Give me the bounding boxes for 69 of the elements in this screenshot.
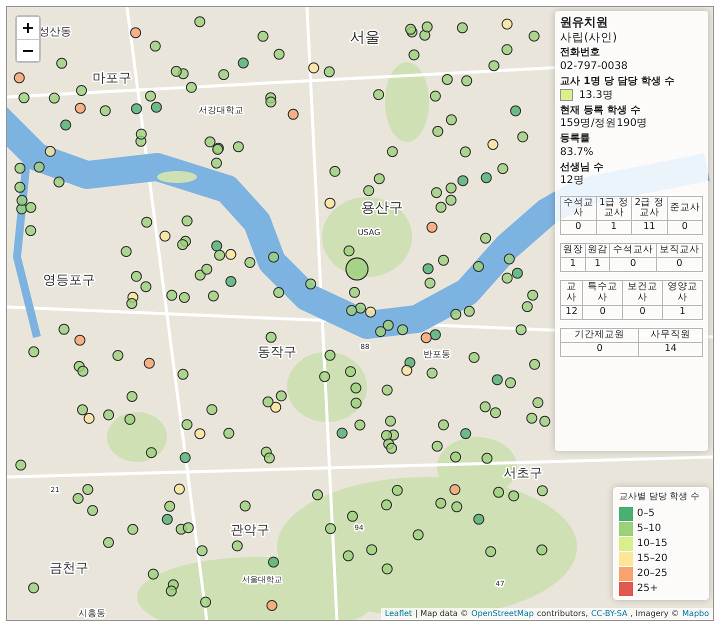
legend-title: 교사별 담당 학생 수 [619,491,701,504]
map-label: 서울 [350,28,380,46]
field-value: 83.7% [560,146,594,158]
field-value: 159명/정원190명 [560,117,648,130]
table-cell: 0 [582,305,623,320]
table-header: 영양교사 [662,280,702,306]
map-label: 서초구 [504,466,542,481]
zoom-out-button[interactable]: − [17,39,39,61]
attribution-link[interactable]: CC-BY-SA [591,608,628,620]
field-value: 13.3명 [579,88,614,100]
attribution-link[interactable]: Leaflet [384,608,412,620]
map-label: 마포구 [92,71,132,86]
attribution-text: | Map data © [415,608,468,620]
table-header: 1급 정교사 [596,196,632,221]
attribution-link[interactable]: OpenStreetMap [471,608,534,620]
attribution-text: contributors, [536,608,588,620]
table-header: 수석교사 [610,244,656,258]
map-label: 관악구 [230,523,270,538]
legend-label: 0–5 [637,507,655,521]
map-label: 성산동 [38,25,72,38]
school-type: 사립(사인) [560,30,618,44]
map-label: 영등포구 [43,273,95,288]
table-header: 보건교사 [622,280,663,306]
field-label: 전화번호 [560,47,601,60]
field-label: 등록률 [560,133,591,146]
table-header: 사무직원 [638,328,702,342]
table-header: 교사 [560,280,583,306]
legend-label: 5–10 [637,522,662,536]
legend-label: 10–15 [637,537,668,551]
table-cell: 1 [662,305,702,320]
map-label: 서울대학교 [242,575,282,584]
table-header: 원장 [560,244,586,258]
table-header: 2급 정교사 [632,196,667,221]
map-label: 금천구 [50,561,88,576]
map-label: 용산구 [361,200,403,216]
map-label: 동작구 [258,345,296,360]
table-cell: 12 [560,305,583,320]
map-label: 서강대학교 [198,106,244,116]
map-label: 시흥동 [78,609,106,619]
legend-label: 25+ [637,582,658,596]
table-cell: 11 [632,220,667,235]
field-value: 12명 [560,174,584,186]
table-header: 보직교사 [656,244,702,258]
table-cell: 1 [596,220,632,235]
map-label: 반포동 [424,350,450,360]
field-value: 02-797-0038 [560,60,628,72]
table-cell: 0 [667,220,702,235]
table-cell: 0 [610,258,656,272]
field-label: 현재 등록 학생 수 [560,104,642,118]
table-header: 기간제교원 [560,328,639,342]
legend-label: 15–20 [637,552,668,566]
legend-label: 20–25 [637,567,668,581]
table-cell: 1 [585,258,610,272]
field-label: 교사 1명 당 담당 학생 수 [560,76,676,88]
attribution-link[interactable]: Mapbo [682,608,709,620]
field-label: 선생님 수 [560,162,604,174]
table-header: 수석교사 [560,196,596,221]
table-cell: 0 [622,305,663,320]
table-cell: 0 [656,258,702,272]
table-header: 준교사 [667,196,702,221]
table-header: 특수교사 [582,280,623,306]
map-label: USAG [358,228,380,237]
table-header: 원감 [585,244,610,258]
table-cell: 0 [560,220,596,235]
table-cell: 0 [560,342,639,356]
school-name: 원유치원 [560,15,609,30]
table-cell: 14 [638,342,702,356]
table-cell: 1 [560,258,586,272]
attribution-text: , Imagery © [630,608,680,620]
